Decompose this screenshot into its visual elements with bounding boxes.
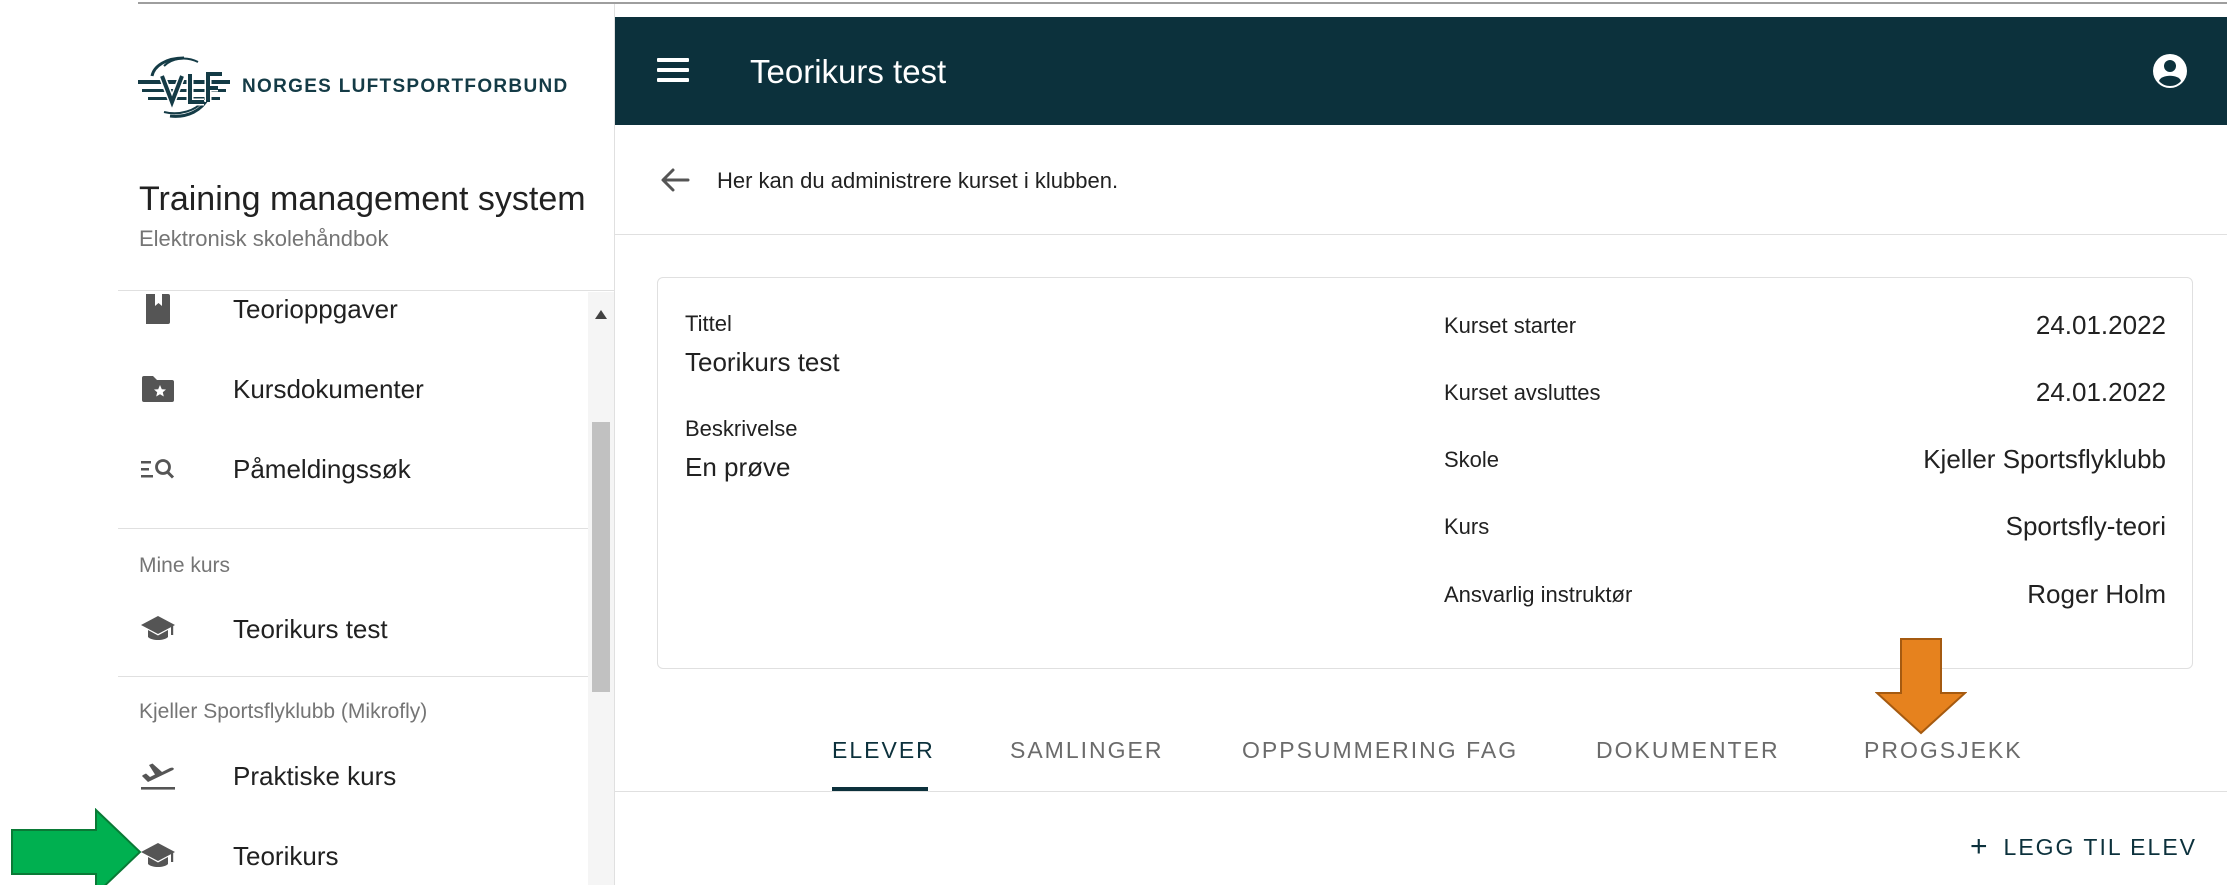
sidebar-item-label: Teorikurs — [233, 840, 339, 871]
detail-value-start: 24.01.2022 — [2035, 310, 2166, 340]
account-circle-icon[interactable] — [2152, 53, 2188, 89]
sidebar-item-label: Påmeldingssøk — [233, 453, 411, 484]
sidebar-item-label: Kursdokumenter — [233, 373, 424, 404]
detail-label-start: Kurset starter — [1444, 313, 1577, 338]
tab-dokumenter[interactable]: DOKUMENTER — [1596, 737, 1780, 764]
app-bar: Teorikurs test — [615, 17, 2227, 125]
detail-value-course: Sportsfly-teori — [2005, 511, 2166, 541]
detail-label-instructor: Ansvarlig instruktør — [1444, 582, 1633, 607]
course-tabs: ELEVER SAMLINGER OPPSUMMERING FAG DOKUME… — [615, 715, 2227, 792]
title-value: Teorikurs test — [685, 347, 840, 377]
section-header-mine-kurs: Mine kurs — [139, 554, 231, 577]
arrow-back-icon[interactable] — [658, 163, 692, 197]
app-title: Training management system — [139, 180, 586, 218]
tab-samlinger[interactable]: SAMLINGER — [1010, 737, 1163, 764]
folder-star-icon — [140, 371, 176, 407]
app-subtitle: Elektronisk skolehåndbok — [139, 226, 389, 251]
sidebar-nav: Teorioppgaver Kursdokumenter Påmeldingss… — [118, 292, 588, 885]
description-label: Beskrivelse — [685, 416, 798, 441]
graduation-cap-icon — [140, 838, 176, 874]
detail-label-course: Kurs — [1444, 514, 1490, 539]
airplane-takeoff-icon — [140, 758, 176, 794]
nlf-logo-icon — [138, 56, 230, 118]
add-student-label: LEGG TIL ELEV — [2003, 833, 2197, 860]
tab-oppsummering-fag[interactable]: OPPSUMMERING FAG — [1242, 737, 1518, 764]
sidebar-item-label: Teorikurs test — [233, 613, 388, 644]
sidebar-item-kursdokumenter[interactable]: Kursdokumenter — [118, 354, 588, 424]
sidebar-item-praktiske-kurs[interactable]: Praktiske kurs — [118, 741, 588, 811]
sidebar-item-teorioppgaver[interactable]: Teorioppgaver — [118, 292, 588, 344]
graduation-cap-icon — [140, 611, 176, 647]
sidebar-item-label: Teorioppgaver — [233, 293, 398, 324]
sidebar-item-teorikurs[interactable]: Teorikurs — [118, 821, 588, 885]
tab-active-indicator — [832, 787, 928, 791]
sidebar-item-label: Praktiske kurs — [233, 760, 397, 791]
sidebar-item-pameldingssok[interactable]: Påmeldingssøk — [118, 434, 588, 504]
detail-label-end: Kurset avsluttes — [1444, 380, 1601, 405]
page-title: Teorikurs test — [750, 53, 947, 90]
list-search-icon — [140, 451, 176, 487]
detail-value-end: 24.01.2022 — [2035, 377, 2166, 407]
sidebar: NORGES LUFTSPORTFORBUND Training managem… — [118, 4, 615, 885]
nav-divider — [118, 676, 588, 677]
book-icon — [140, 292, 176, 327]
section-header-club: Kjeller Sportsflyklubb (Mikrofly) — [139, 700, 428, 723]
title-label: Tittel — [685, 311, 732, 336]
nav-divider — [118, 528, 588, 529]
hamburger-menu-icon[interactable] — [657, 55, 689, 87]
detail-label-school: Skole — [1444, 447, 1500, 472]
plus-icon: + — [1970, 830, 1988, 863]
detail-value-instructor: Roger Holm — [2027, 579, 2166, 609]
detail-value-school: Kjeller Sportsflyklubb — [1923, 444, 2166, 474]
scroll-up-arrow-icon[interactable] — [595, 310, 607, 319]
back-description: Her kan du administrere kurset i klubben… — [717, 168, 1119, 193]
scrollbar-thumb[interactable] — [592, 422, 610, 692]
brand-logo[interactable]: NORGES LUFTSPORTFORBUND — [138, 52, 569, 122]
sidebar-item-teorikurs-test[interactable]: Teorikurs test — [118, 594, 588, 664]
green-annotation-arrow — [11, 808, 142, 885]
logo-text: NORGES LUFTSPORTFORBUND — [242, 76, 569, 97]
description-value: En prøve — [685, 452, 791, 482]
tab-elever[interactable]: ELEVER — [832, 737, 935, 764]
add-student-button[interactable]: + LEGG TIL ELEV — [1970, 830, 2197, 864]
back-header: Her kan du administrere kurset i klubben… — [615, 125, 2227, 235]
course-info-card: Tittel Teorikurs test Beskrivelse En prø… — [657, 277, 2193, 669]
sidebar-header-divider — [118, 290, 614, 291]
orange-annotation-arrow — [1875, 638, 1967, 735]
tab-progsjekk[interactable]: PROGSJEKK — [1864, 737, 2023, 764]
sidebar-scrollbar[interactable] — [588, 292, 614, 885]
